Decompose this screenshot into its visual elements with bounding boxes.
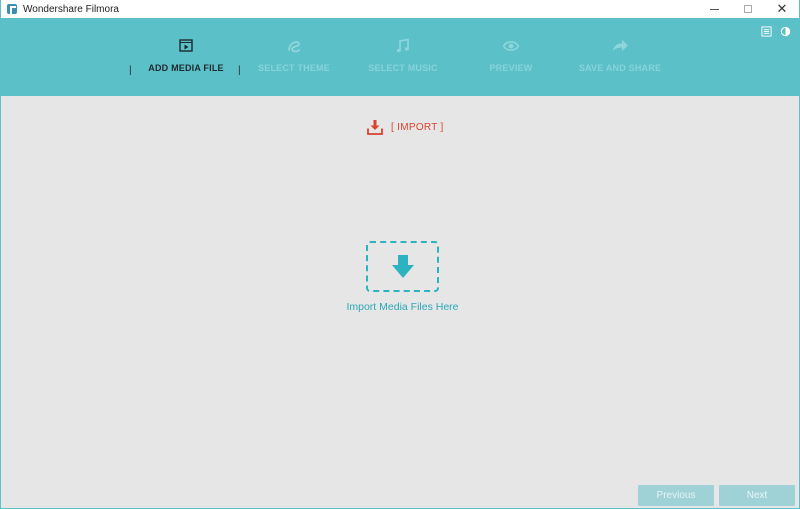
close-button[interactable]: ✕ (765, 0, 799, 18)
media-drop-zone[interactable] (366, 241, 439, 292)
step-save-and-share[interactable]: SAVE AND SHARE (565, 36, 675, 73)
music-note-icon (396, 38, 409, 53)
import-button[interactable]: [ IMPORT ] (367, 120, 444, 135)
minimize-button[interactable] (697, 0, 731, 18)
step-select-music[interactable]: SELECT MUSIC (348, 36, 458, 73)
download-icon (367, 120, 383, 135)
list-menu-icon[interactable] (761, 26, 772, 37)
step-preview[interactable]: PREVIEW (456, 36, 566, 73)
step-add-media-file[interactable]: ADD MEDIA FILE (131, 36, 241, 73)
eye-icon (502, 41, 520, 51)
previous-button[interactable]: Previous (638, 485, 714, 506)
down-arrow-icon (391, 254, 414, 278)
title-bar: Wondershare Filmora ✕ (1, 0, 799, 18)
step-label: SELECT MUSIC (368, 63, 438, 73)
wizard-header: | ADD MEDIA FILE | SELECT THEME SELECT M… (1, 18, 799, 96)
brightness-icon[interactable] (780, 26, 791, 37)
window-title: Wondershare Filmora (23, 3, 119, 15)
import-label: [ IMPORT ] (391, 122, 444, 133)
step-select-theme[interactable]: SELECT THEME (239, 36, 349, 73)
film-play-icon (179, 39, 193, 52)
maximize-icon (744, 5, 752, 13)
theme-ribbon-icon (288, 41, 300, 53)
maximize-button[interactable] (731, 0, 765, 18)
step-label: SAVE AND SHARE (578, 63, 662, 73)
filmora-app-icon (7, 4, 17, 14)
step-label: SELECT THEME (258, 63, 330, 73)
next-button[interactable]: Next (719, 485, 795, 506)
step-label: ADD MEDIA FILE (148, 63, 224, 73)
window-controls: ✕ (697, 0, 799, 18)
wizard-steps: | ADD MEDIA FILE | SELECT THEME SELECT M… (1, 18, 799, 96)
drop-zone-label[interactable]: Import Media Files Here (301, 301, 504, 313)
share-arrow-icon (613, 40, 628, 51)
close-icon: ✕ (776, 1, 788, 16)
header-tools (761, 26, 791, 37)
minimize-icon (709, 8, 719, 10)
step-label: PREVIEW (489, 63, 533, 73)
